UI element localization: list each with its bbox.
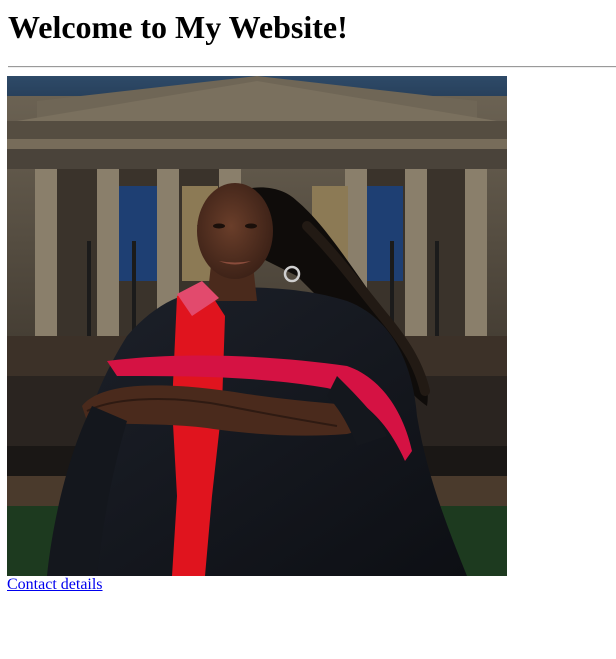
horizontal-divider: [8, 66, 616, 68]
contact-details-link[interactable]: Contact details: [7, 576, 103, 594]
page-title: Welcome to My Website!: [8, 9, 348, 45]
graduate-portrait-image: [7, 76, 507, 576]
